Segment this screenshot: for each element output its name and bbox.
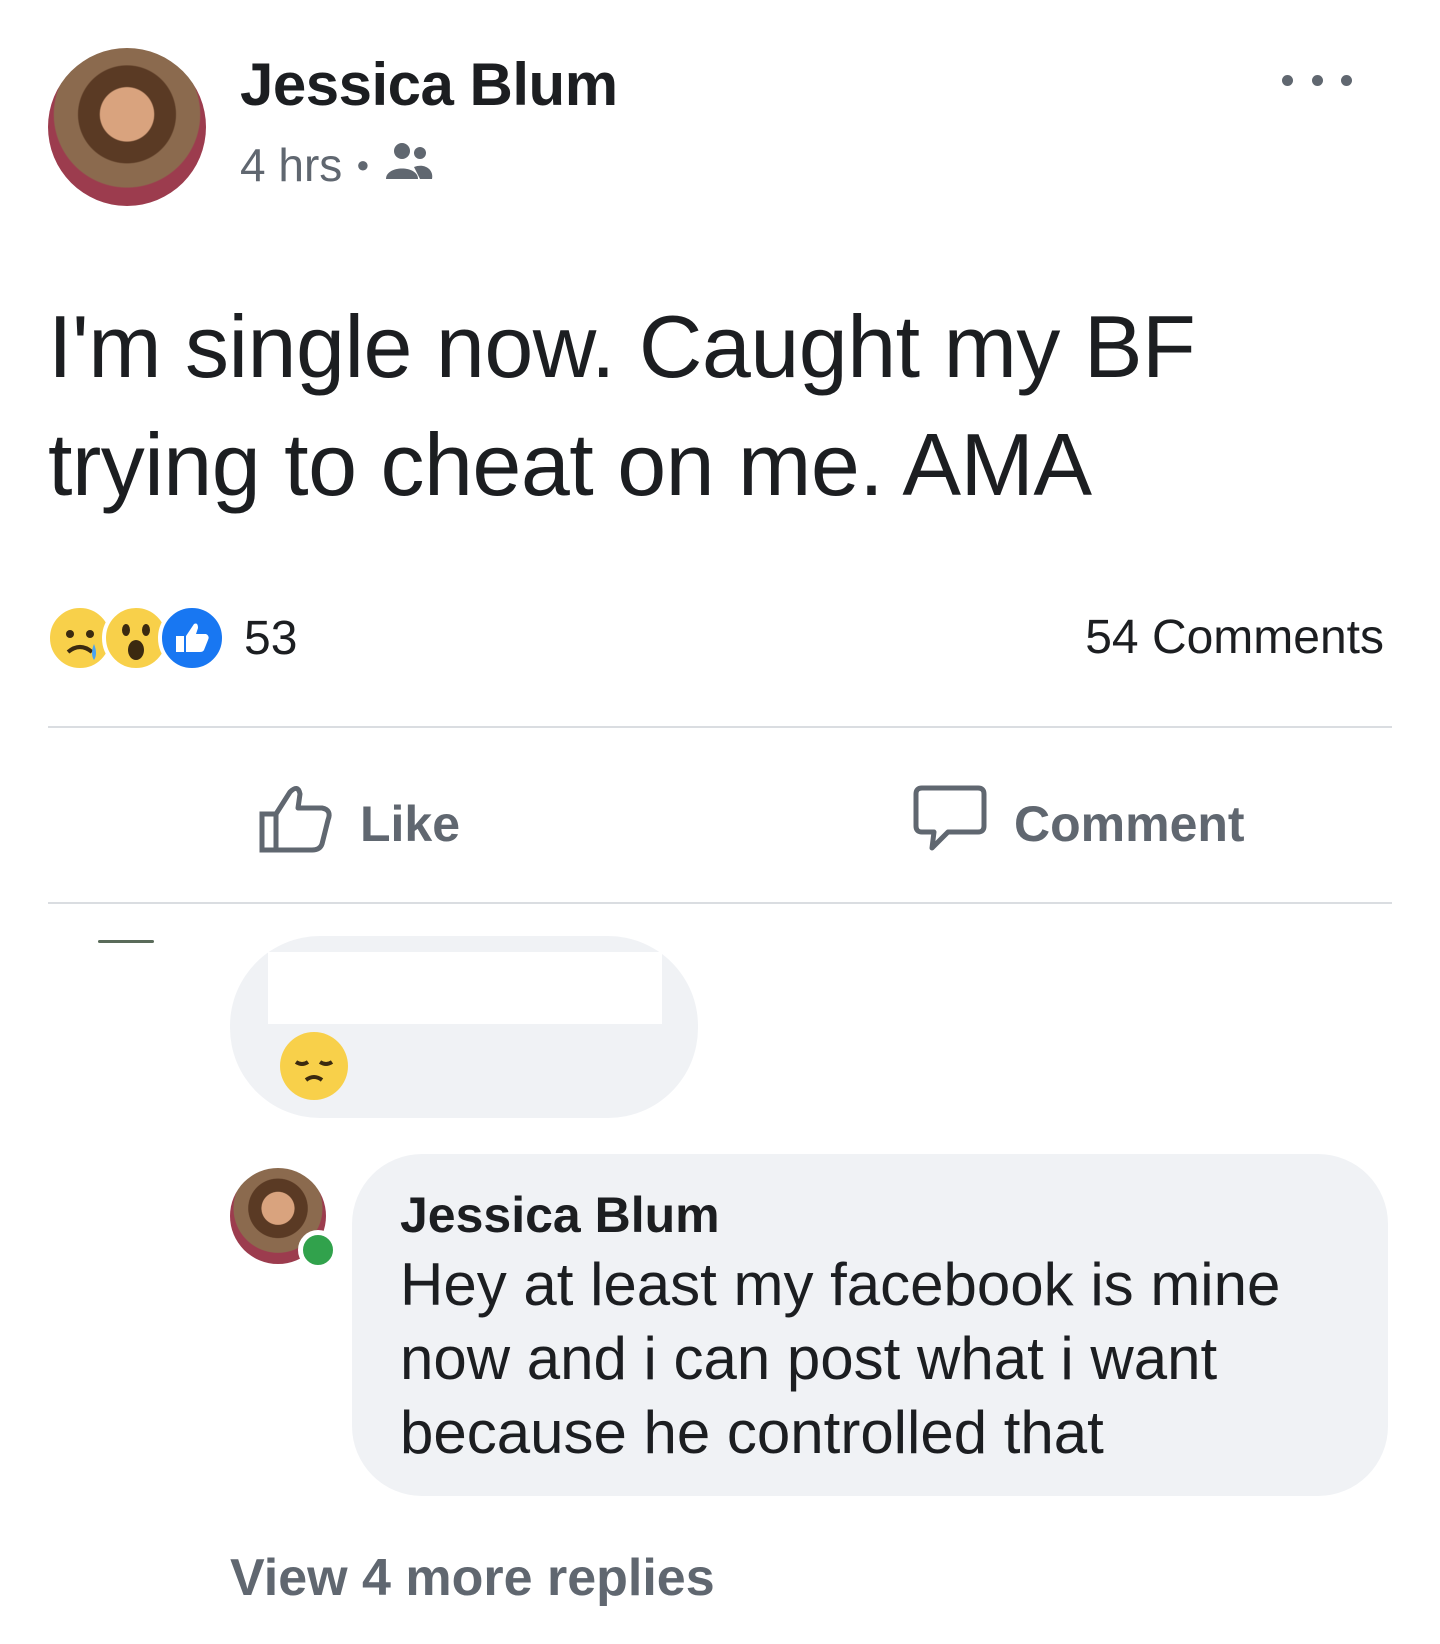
online-status-indicator (298, 1230, 338, 1270)
like-label: Like (360, 796, 461, 852)
comment-label: Comment (1014, 796, 1245, 852)
reaction-count: 53 (244, 611, 298, 665)
like-icon (258, 780, 334, 868)
divider-bottom (48, 902, 1392, 904)
post-time[interactable]: 4 hrs (240, 138, 342, 192)
friends-icon (384, 138, 434, 192)
post-author-name[interactable]: Jessica Blum (240, 50, 618, 119)
more-options-icon[interactable] (1282, 60, 1352, 100)
comment-button[interactable]: Comment (912, 780, 1245, 868)
post-text: I'm single now. Caught my BF trying to c… (48, 297, 1196, 514)
meta-separator: ● (356, 152, 370, 177)
pensive-face-icon (280, 1032, 348, 1100)
post-meta: 4 hrs ● (240, 138, 434, 192)
author-avatar[interactable] (48, 48, 206, 206)
comments-count-link[interactable]: 54 Comments (1085, 610, 1384, 665)
reply-author-name[interactable]: Jessica Blum (400, 1186, 720, 1244)
reactions-summary[interactable]: 53 (46, 604, 297, 672)
comment-icon (912, 780, 988, 868)
like-reaction-icon (158, 604, 226, 672)
redacted-comment-text (268, 952, 662, 1024)
like-button[interactable]: Like (258, 780, 460, 868)
commenter-avatar-edge (98, 940, 154, 943)
reply-text: Hey at least my facebook is mine now and… (400, 1251, 1281, 1466)
divider-top (48, 726, 1392, 728)
view-more-replies-link[interactable]: View 4 more replies (230, 1548, 715, 1608)
